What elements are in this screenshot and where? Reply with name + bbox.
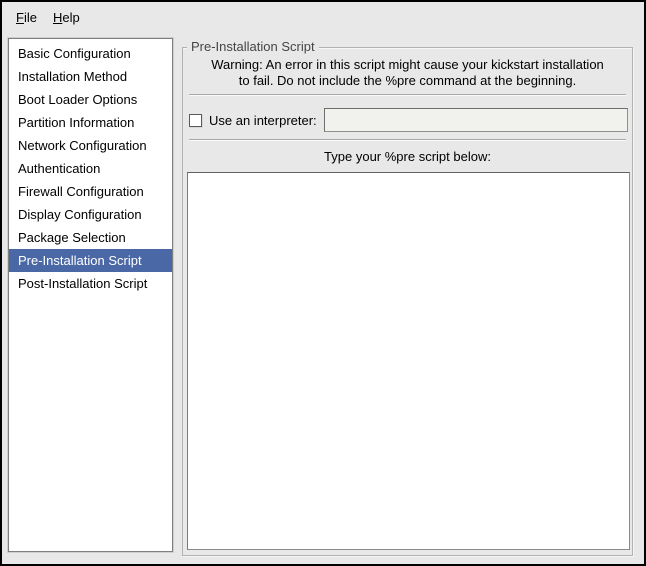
menu-file-mnemonic: F bbox=[16, 10, 24, 25]
sidebar-item-authentication[interactable]: Authentication bbox=[9, 157, 172, 180]
pre-installation-script-frame: Pre-Installation Script Warning: An erro… bbox=[182, 47, 633, 556]
pre-script-label: Type your %pre script below: bbox=[183, 148, 632, 166]
sidebar-item-display-configuration[interactable]: Display Configuration bbox=[9, 203, 172, 226]
interpreter-input[interactable] bbox=[324, 108, 628, 132]
menu-file[interactable]: File bbox=[8, 6, 45, 29]
sidebar-item-partition-information[interactable]: Partition Information bbox=[9, 111, 172, 134]
warning-text: Warning: An error in this script might c… bbox=[191, 57, 624, 89]
sidebar-item-firewall-configuration[interactable]: Firewall Configuration bbox=[9, 180, 172, 203]
sidebar-item-package-selection[interactable]: Package Selection bbox=[9, 226, 172, 249]
menu-help-mnemonic: H bbox=[53, 10, 62, 25]
warning-line-1: Warning: An error in this script might c… bbox=[191, 57, 624, 73]
warning-line-2: to fail. Do not include the %pre command… bbox=[191, 73, 624, 89]
use-interpreter-checkbox[interactable] bbox=[189, 114, 202, 127]
frame-title: Pre-Installation Script bbox=[187, 39, 319, 54]
use-interpreter-label: Use an interpreter: bbox=[209, 113, 322, 128]
sidebar-item-post-installation-script[interactable]: Post-Installation Script bbox=[9, 272, 172, 295]
sidebar-item-installation-method[interactable]: Installation Method bbox=[9, 65, 172, 88]
category-list: Basic Configuration Installation Method … bbox=[8, 38, 173, 552]
menubar: File Help bbox=[2, 2, 644, 32]
pre-script-textarea[interactable] bbox=[187, 172, 630, 550]
menu-file-label: ile bbox=[24, 10, 37, 25]
interpreter-row: Use an interpreter: bbox=[189, 107, 628, 133]
sidebar-item-basic-configuration[interactable]: Basic Configuration bbox=[9, 42, 172, 65]
menu-help-label: elp bbox=[62, 10, 79, 25]
kickstart-configurator-window: File Help Basic Configuration Installati… bbox=[0, 0, 646, 566]
separator bbox=[189, 139, 626, 141]
use-interpreter-toggle[interactable]: Use an interpreter: bbox=[189, 113, 322, 128]
menu-help[interactable]: Help bbox=[45, 6, 88, 29]
sidebar-item-pre-installation-script[interactable]: Pre-Installation Script bbox=[9, 249, 172, 272]
sidebar-item-network-configuration[interactable]: Network Configuration bbox=[9, 134, 172, 157]
sidebar-item-boot-loader-options[interactable]: Boot Loader Options bbox=[9, 88, 172, 111]
separator bbox=[189, 94, 626, 96]
